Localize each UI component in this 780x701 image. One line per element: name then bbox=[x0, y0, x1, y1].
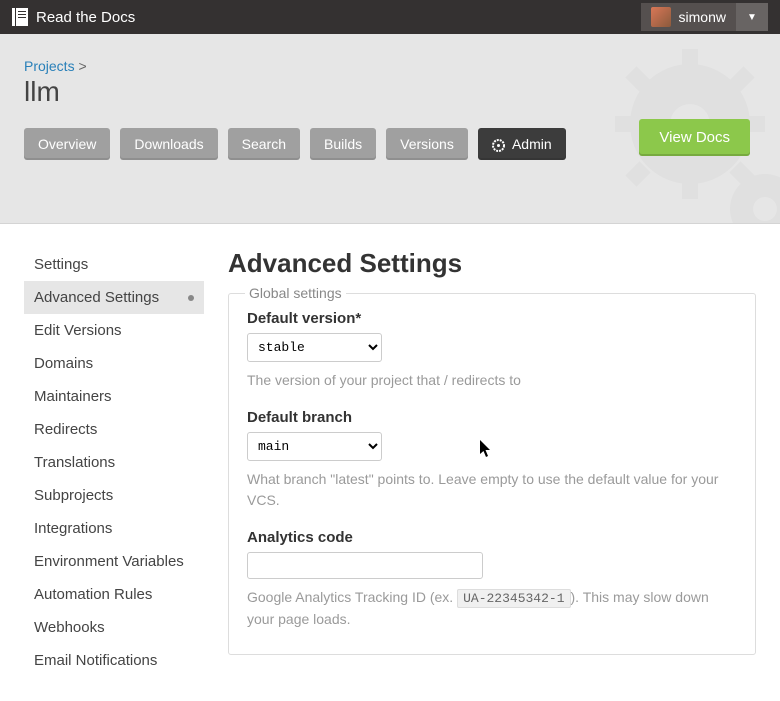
book-icon bbox=[12, 8, 28, 26]
breadcrumb-separator: > bbox=[78, 58, 86, 74]
sidebar-item-redirects[interactable]: Redirects bbox=[24, 413, 204, 446]
default-version-help: The version of your project that / redir… bbox=[247, 370, 737, 391]
breadcrumb: Projects > bbox=[24, 58, 756, 74]
sidebar-item-subprojects[interactable]: Subprojects bbox=[24, 479, 204, 512]
analytics-field: Analytics code Google Analytics Tracking… bbox=[247, 529, 737, 630]
analytics-help: Google Analytics Tracking ID (ex. UA-223… bbox=[247, 587, 737, 630]
main: Settings Advanced Settings Edit Versions… bbox=[0, 224, 780, 701]
active-indicator-icon bbox=[188, 295, 194, 301]
tab-admin-label: Admin bbox=[512, 136, 552, 152]
fieldset-legend: Global settings bbox=[245, 285, 346, 301]
sidebar-item-edit-versions[interactable]: Edit Versions bbox=[24, 314, 204, 347]
sidebar-item-advanced-settings[interactable]: Advanced Settings bbox=[24, 281, 204, 314]
content: Advanced Settings Global settings Defaul… bbox=[204, 248, 756, 677]
username: simonw bbox=[679, 9, 726, 25]
tab-admin[interactable]: Admin bbox=[478, 128, 566, 160]
default-version-select[interactable]: stable bbox=[247, 333, 382, 362]
view-docs-button[interactable]: View Docs bbox=[639, 119, 750, 156]
project-title: llm bbox=[24, 76, 756, 108]
project-header: Projects > llm View Docs Overview Downlo… bbox=[0, 34, 780, 224]
tab-search[interactable]: Search bbox=[228, 128, 300, 160]
gear-icon bbox=[492, 139, 505, 152]
user-dropdown-button[interactable]: ▼ bbox=[736, 3, 768, 31]
user-chip[interactable]: simonw bbox=[641, 3, 736, 31]
settings-sidebar: Settings Advanced Settings Edit Versions… bbox=[24, 248, 204, 677]
sidebar-item-automation-rules[interactable]: Automation Rules bbox=[24, 578, 204, 611]
chevron-down-icon: ▼ bbox=[747, 12, 757, 23]
tab-overview[interactable]: Overview bbox=[24, 128, 110, 160]
tab-versions[interactable]: Versions bbox=[386, 128, 468, 160]
sidebar-item-integrations[interactable]: Integrations bbox=[24, 512, 204, 545]
analytics-label: Analytics code bbox=[247, 529, 737, 546]
default-version-field: Default version* stable The version of y… bbox=[247, 310, 737, 391]
sidebar-item-translations[interactable]: Translations bbox=[24, 446, 204, 479]
avatar bbox=[651, 7, 671, 27]
brand-text: Read the Docs bbox=[36, 9, 135, 26]
tab-builds[interactable]: Builds bbox=[310, 128, 376, 160]
analytics-input[interactable] bbox=[247, 552, 483, 579]
breadcrumb-projects-link[interactable]: Projects bbox=[24, 58, 75, 74]
global-settings-fieldset: Global settings Default version* stable … bbox=[228, 293, 756, 655]
brand[interactable]: Read the Docs bbox=[12, 8, 135, 26]
user-area: simonw ▼ bbox=[641, 3, 768, 31]
analytics-example-code: UA-22345342-1 bbox=[457, 589, 570, 608]
sidebar-item-email-notifications[interactable]: Email Notifications bbox=[24, 644, 204, 677]
default-branch-help: What branch "latest" points to. Leave em… bbox=[247, 469, 737, 511]
tab-downloads[interactable]: Downloads bbox=[120, 128, 217, 160]
default-branch-field: Default branch main What branch "latest"… bbox=[247, 409, 737, 511]
default-branch-label: Default branch bbox=[247, 409, 737, 426]
sidebar-item-maintainers[interactable]: Maintainers bbox=[24, 380, 204, 413]
topbar: Read the Docs simonw ▼ bbox=[0, 0, 780, 34]
default-branch-select[interactable]: main bbox=[247, 432, 382, 461]
sidebar-item-settings[interactable]: Settings bbox=[24, 248, 204, 281]
page-title: Advanced Settings bbox=[228, 248, 756, 279]
sidebar-item-env-vars[interactable]: Environment Variables bbox=[24, 545, 204, 578]
sidebar-item-domains[interactable]: Domains bbox=[24, 347, 204, 380]
default-version-label: Default version* bbox=[247, 310, 737, 327]
sidebar-item-webhooks[interactable]: Webhooks bbox=[24, 611, 204, 644]
